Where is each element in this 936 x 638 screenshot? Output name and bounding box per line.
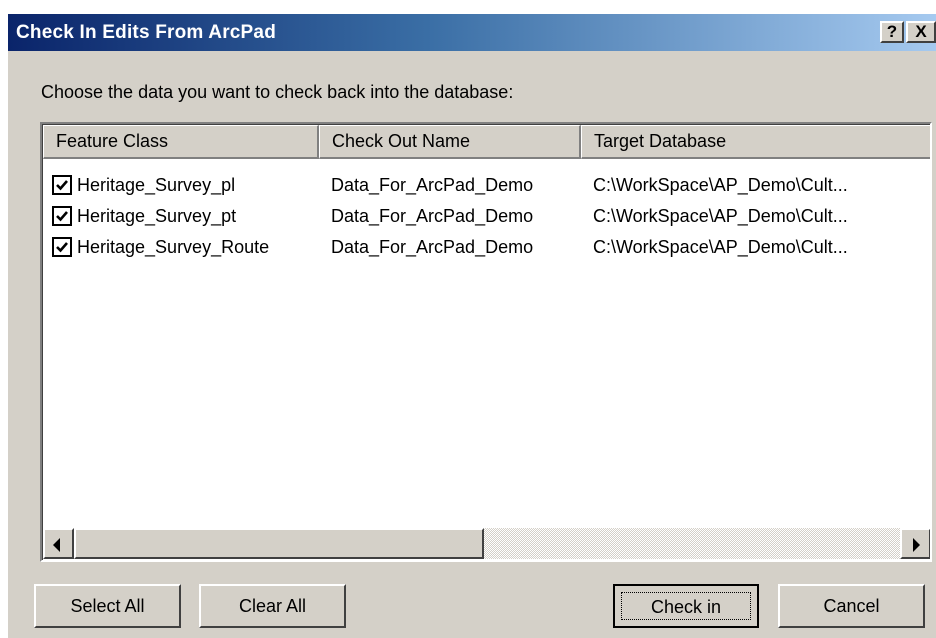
- check-out-name-cell: Data_For_ArcPad_Demo: [331, 175, 534, 195]
- cancel-button[interactable]: Cancel: [778, 584, 925, 628]
- instruction-text: Choose the data you want to check back i…: [41, 82, 514, 102]
- column-header-target-database[interactable]: Target Database: [581, 125, 930, 159]
- check-in-button[interactable]: Check in: [613, 584, 759, 628]
- check-in-button-label: Check in: [621, 592, 751, 620]
- clear-all-button[interactable]: Clear All: [199, 584, 346, 628]
- table-row[interactable]: Heritage_Survey_pt Data_For_ArcPad_Demo …: [43, 202, 930, 232]
- select-all-button[interactable]: Select All: [34, 584, 181, 628]
- target-database-cell: C:\WorkSpace\AP_Demo\Cult...: [593, 237, 848, 257]
- horizontal-scrollbar[interactable]: [43, 528, 930, 559]
- row-checkbox[interactable]: [52, 237, 72, 257]
- row-checkbox[interactable]: [52, 175, 72, 195]
- column-header-check-out-name[interactable]: Check Out Name: [319, 125, 581, 159]
- help-button[interactable]: ?: [880, 21, 904, 43]
- scrollbar-thumb[interactable]: [74, 528, 484, 559]
- table-row[interactable]: Heritage_Survey_pl Data_For_ArcPad_Demo …: [43, 171, 930, 201]
- close-button[interactable]: X: [906, 21, 936, 43]
- scroll-right-button[interactable]: [900, 528, 930, 559]
- title-bar[interactable]: Check In Edits From ArcPad ? X: [8, 14, 936, 51]
- checkmark-icon: [56, 211, 68, 222]
- arrow-right-icon: [913, 538, 920, 552]
- window-title: Check In Edits From ArcPad: [16, 22, 277, 43]
- target-database-cell: C:\WorkSpace\AP_Demo\Cult...: [593, 206, 848, 226]
- arrow-left-icon: [53, 538, 60, 552]
- checkmark-icon: [56, 180, 68, 191]
- check-out-name-cell: Data_For_ArcPad_Demo: [331, 206, 534, 226]
- checkmark-icon: [56, 242, 68, 253]
- scroll-left-button[interactable]: [43, 528, 74, 559]
- check-in-dialog: Check In Edits From ArcPad ? X Choose th…: [6, 12, 936, 638]
- table-row[interactable]: Heritage_Survey_Route Data_For_ArcPad_De…: [43, 233, 930, 263]
- feature-class-cell: Heritage_Survey_pt: [77, 206, 237, 226]
- feature-class-cell: Heritage_Survey_Route: [77, 237, 270, 257]
- feature-class-list[interactable]: Feature Class Check Out Name Target Data…: [40, 122, 932, 562]
- row-checkbox[interactable]: [52, 206, 72, 226]
- target-database-cell: C:\WorkSpace\AP_Demo\Cult...: [593, 175, 848, 195]
- check-out-name-cell: Data_For_ArcPad_Demo: [331, 237, 534, 257]
- feature-class-cell: Heritage_Survey_pl: [77, 175, 236, 195]
- column-header-feature-class[interactable]: Feature Class: [43, 125, 319, 159]
